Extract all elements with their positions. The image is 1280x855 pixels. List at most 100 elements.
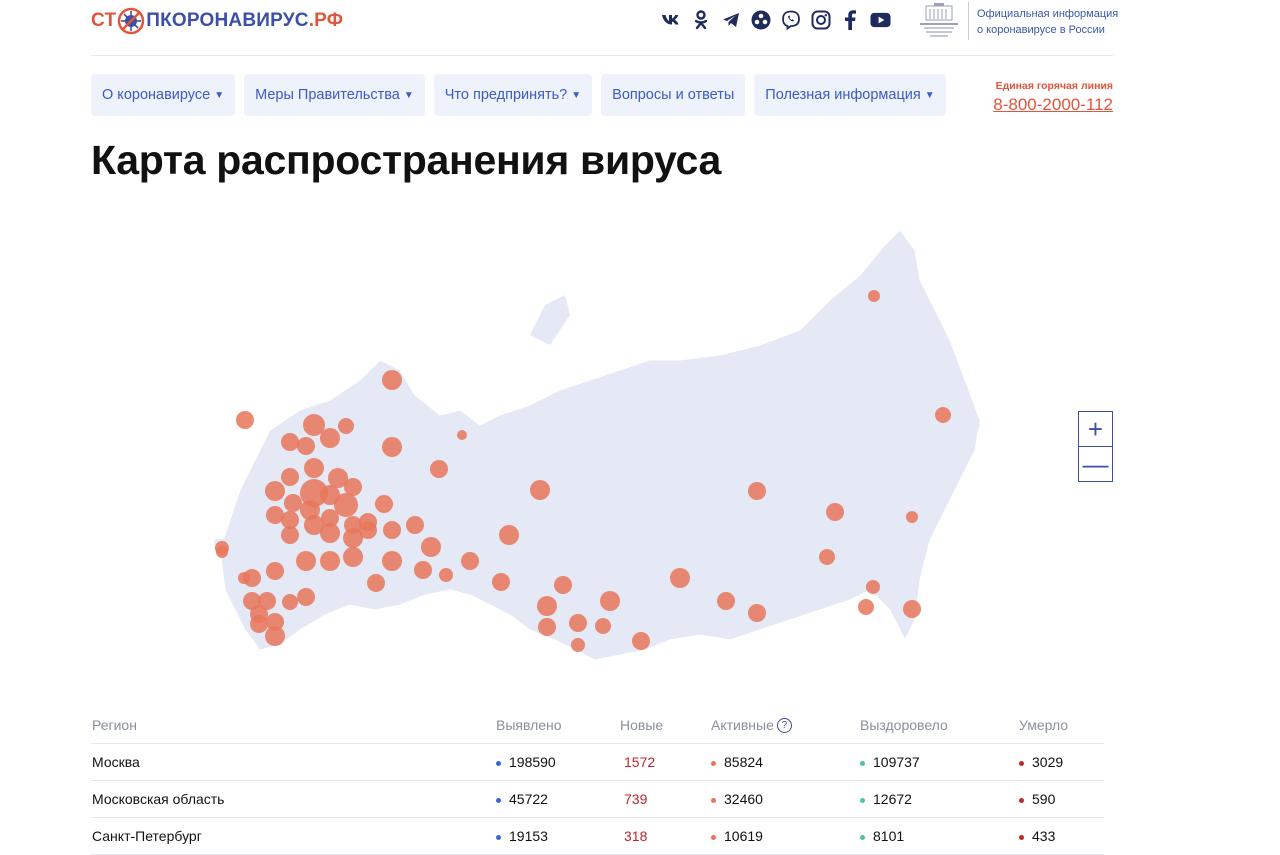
youtube-icon[interactable] bbox=[870, 9, 891, 30]
region-case-bubble[interactable] bbox=[250, 615, 268, 633]
region-case-bubble[interactable] bbox=[284, 494, 302, 512]
region-case-bubble[interactable] bbox=[457, 430, 467, 440]
active-dot bbox=[711, 834, 716, 840]
active-dot bbox=[711, 797, 716, 803]
viber-icon[interactable] bbox=[780, 9, 801, 30]
region-case-bubble[interactable] bbox=[265, 481, 285, 501]
region-case-bubble[interactable] bbox=[866, 580, 880, 594]
region-case-bubble[interactable] bbox=[236, 411, 254, 429]
region-case-bubble[interactable] bbox=[826, 503, 844, 521]
nav-about-coronavirus[interactable]: О коронавирусе ▼ bbox=[91, 74, 236, 116]
region-case-bubble[interactable] bbox=[375, 495, 393, 513]
map-zoom-control: + — bbox=[1078, 411, 1113, 482]
region-case-bubble[interactable] bbox=[343, 547, 363, 567]
region-case-bubble[interactable] bbox=[571, 638, 585, 652]
region-case-bubble[interactable] bbox=[338, 418, 354, 434]
col-active[interactable]: Активные? bbox=[710, 707, 859, 744]
col-new[interactable]: Новые bbox=[619, 707, 710, 744]
region-case-bubble[interactable] bbox=[538, 618, 556, 636]
header-divider bbox=[91, 55, 1113, 56]
dropdown-arrow-icon: ▼ bbox=[571, 89, 582, 101]
region-case-bubble[interactable] bbox=[439, 568, 453, 582]
region-case-bubble[interactable] bbox=[554, 576, 572, 594]
col-region[interactable]: Регион bbox=[91, 707, 495, 744]
regions-table: Регион Выявлено Новые Активные? Выздоров… bbox=[91, 707, 1104, 855]
table-row[interactable]: Санкт-Петербург 19153 318 10619 8101 433 bbox=[91, 817, 1104, 855]
region-case-bubble[interactable] bbox=[320, 523, 340, 543]
social-links bbox=[660, 9, 891, 30]
region-case-bubble[interactable] bbox=[281, 468, 299, 486]
region-case-bubble[interactable] bbox=[265, 626, 285, 646]
region-case-bubble[interactable] bbox=[748, 604, 766, 622]
nav-government-measures[interactable]: Меры Правительства ▼ bbox=[244, 74, 425, 116]
region-case-bubble[interactable] bbox=[382, 370, 402, 390]
region-case-bubble[interactable] bbox=[492, 573, 510, 591]
region-case-bubble[interactable] bbox=[595, 618, 611, 634]
col-detected[interactable]: Выявлено bbox=[495, 707, 619, 744]
table-row[interactable]: Московская область 45722 739 32460 12672… bbox=[91, 780, 1104, 818]
region-case-bubble[interactable] bbox=[819, 549, 835, 565]
table-row[interactable]: Москва 198590 1572 85824 109737 3029 bbox=[91, 743, 1104, 781]
region-case-bubble[interactable] bbox=[266, 562, 284, 580]
region-case-bubble[interactable] bbox=[430, 460, 448, 478]
region-case-bubble[interactable] bbox=[414, 561, 432, 579]
region-case-bubble[interactable] bbox=[297, 437, 315, 455]
col-died[interactable]: Умерло bbox=[1018, 707, 1104, 744]
region-case-bubble[interactable] bbox=[359, 521, 377, 539]
detected-cell: 19153 bbox=[495, 817, 619, 855]
nav-faq[interactable]: Вопросы и ответы bbox=[601, 74, 746, 116]
telegram-icon[interactable] bbox=[720, 9, 741, 30]
active-dot bbox=[711, 760, 716, 766]
region-case-bubble[interactable] bbox=[320, 428, 340, 448]
region-case-bubble[interactable] bbox=[569, 614, 587, 632]
russia-map[interactable] bbox=[200, 220, 1000, 680]
region-case-bubble[interactable] bbox=[282, 594, 298, 610]
region-case-bubble[interactable] bbox=[320, 551, 340, 571]
region-case-bubble[interactable] bbox=[600, 591, 620, 611]
region-case-bubble[interactable] bbox=[406, 516, 424, 534]
region-case-bubble[interactable] bbox=[382, 551, 402, 571]
col-recovered[interactable]: Выздоровело bbox=[859, 707, 1018, 744]
region-case-bubble[interactable] bbox=[499, 525, 519, 545]
region-case-bubble[interactable] bbox=[382, 437, 402, 457]
region-case-bubble[interactable] bbox=[304, 458, 324, 478]
region-case-bubble[interactable] bbox=[717, 592, 735, 610]
region-case-bubble[interactable] bbox=[238, 572, 250, 584]
region-case-bubble[interactable] bbox=[906, 511, 918, 523]
region-case-bubble[interactable] bbox=[297, 588, 315, 606]
region-case-bubble[interactable] bbox=[421, 537, 441, 557]
region-case-bubble[interactable] bbox=[935, 407, 951, 423]
facebook-icon[interactable] bbox=[840, 9, 861, 30]
nav-useful-info[interactable]: Полезная информация ▼ bbox=[754, 74, 946, 116]
livejournal-icon[interactable] bbox=[750, 9, 771, 30]
region-case-bubble[interactable] bbox=[632, 632, 650, 650]
site-logo[interactable]: СТ ПКОРОНАВИРУС .РФ bbox=[91, 6, 343, 36]
zoom-out-button[interactable]: — bbox=[1079, 446, 1112, 481]
help-icon[interactable]: ? bbox=[776, 718, 792, 734]
dropdown-arrow-icon: ▼ bbox=[924, 89, 935, 101]
region-case-bubble[interactable] bbox=[868, 290, 880, 302]
region-case-bubble[interactable] bbox=[858, 599, 874, 615]
region-case-bubble[interactable] bbox=[903, 600, 921, 618]
hotline-phone-link[interactable]: 8-800-2000-112 bbox=[993, 95, 1113, 115]
zoom-in-button[interactable]: + bbox=[1079, 412, 1112, 446]
region-case-bubble[interactable] bbox=[530, 480, 550, 500]
nav-what-to-do[interactable]: Что предпринять? ▼ bbox=[433, 74, 593, 116]
region-case-bubble[interactable] bbox=[670, 568, 690, 588]
region-case-bubble[interactable] bbox=[281, 433, 299, 451]
region-case-bubble[interactable] bbox=[537, 596, 557, 616]
region-case-bubble[interactable] bbox=[281, 526, 299, 544]
region-name: Санкт-Петербург bbox=[91, 817, 495, 855]
hotline-label: Единая горячая линия bbox=[995, 80, 1113, 92]
region-case-bubble[interactable] bbox=[216, 546, 228, 558]
region-case-bubble[interactable] bbox=[383, 521, 401, 539]
government-badge[interactable]: Официальная информация о коронавирусе в … bbox=[916, 2, 1118, 40]
region-case-bubble[interactable] bbox=[296, 551, 316, 571]
odnoklassniki-icon[interactable] bbox=[690, 9, 711, 30]
region-case-bubble[interactable] bbox=[748, 482, 766, 500]
vk-icon[interactable] bbox=[660, 9, 681, 30]
region-case-bubble[interactable] bbox=[367, 574, 385, 592]
instagram-icon[interactable] bbox=[810, 9, 831, 30]
died-cell: 433 bbox=[1018, 817, 1104, 855]
region-case-bubble[interactable] bbox=[461, 552, 479, 570]
